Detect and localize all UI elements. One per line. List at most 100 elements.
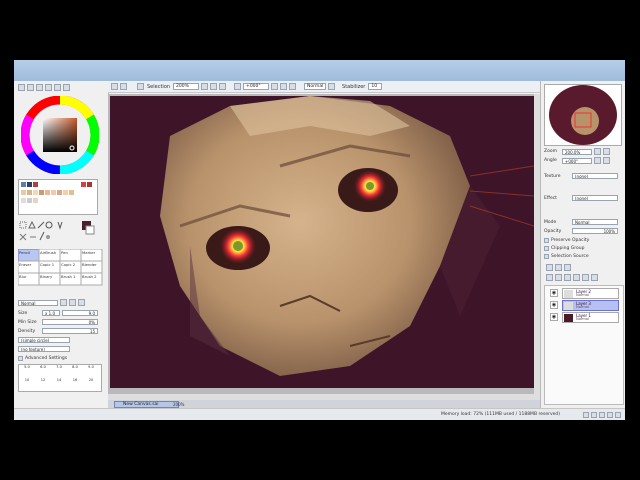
layer-effect-select[interactable]: (none) [572, 195, 618, 201]
zoom-field[interactable]: 200% [173, 83, 200, 90]
brush-size-preset[interactable]: 8.0 [67, 365, 83, 378]
deselect-icon[interactable] [111, 83, 118, 90]
merge-down-icon[interactable] [555, 274, 562, 281]
brush-mode-select[interactable]: Normal [18, 299, 58, 306]
brush-texture-select[interactable]: (no texture) [18, 346, 70, 352]
rotate-reset-icon[interactable] [280, 83, 288, 90]
brush-size-preset[interactable]: 20 [83, 378, 99, 391]
nav-zoom-in-icon[interactable] [603, 148, 610, 155]
brush-shape-3-icon[interactable] [78, 299, 85, 306]
merge-visible-icon[interactable] [573, 274, 580, 281]
shift-key-icon[interactable] [583, 412, 589, 418]
brush-shape-2-icon[interactable] [69, 299, 76, 306]
any-key-icon[interactable] [615, 412, 621, 418]
brush-brush2[interactable]: Brush 2 [81, 273, 102, 285]
nav-zoom-out-icon[interactable] [594, 148, 601, 155]
density-slider[interactable]: 15 [42, 328, 98, 334]
blend-mode-arrow-icon[interactable] [328, 83, 336, 90]
nav-rotate-right-icon[interactable] [603, 157, 610, 164]
layer-item-selected[interactable]: Layer 3 Normal [562, 300, 619, 311]
brush-copic1[interactable]: Copic 1 [39, 261, 60, 273]
nav-zoom-label: Zoom [544, 149, 557, 154]
alt-key-icon[interactable] [599, 412, 605, 418]
brush-size-preset[interactable]: 14 [51, 378, 67, 391]
layer-mask-icon[interactable] [582, 274, 589, 281]
rotation-field[interactable]: +000° [243, 83, 270, 90]
brush-size-preset[interactable]: 7.0 [51, 365, 67, 378]
size-multiplier-select[interactable]: x 1.0 [42, 310, 60, 316]
clipping-group-checkbox[interactable] [544, 246, 549, 251]
brush-size-preset[interactable]: 5.0 [19, 365, 35, 378]
hsv-slider-toggle-icon[interactable] [36, 84, 43, 91]
brush-blender[interactable]: Blender [81, 261, 102, 273]
brush-pencil[interactable]: Pencil [18, 249, 39, 261]
layer-mode: Normal [576, 305, 590, 309]
brush-blur[interactable]: Blur [18, 273, 39, 285]
brush-size-preset[interactable]: 16 [67, 378, 83, 391]
layer-thumbnail [564, 314, 573, 322]
transfer-down-icon[interactable] [546, 274, 553, 281]
brush-airbrush[interactable]: AirBrush [39, 249, 60, 261]
layer-item[interactable]: Layer 2 Normal [562, 288, 619, 299]
brush-copic2[interactable]: Copic 2 [60, 261, 81, 273]
rotate-left-icon[interactable] [234, 83, 242, 90]
brush-size-preset[interactable]: 10 [19, 378, 35, 391]
new-linework-layer-icon[interactable] [555, 264, 562, 271]
layer-opacity-slider[interactable]: 100% [572, 228, 618, 234]
layer-mode-select[interactable]: Normal [572, 219, 618, 225]
navigator-preview[interactable] [544, 84, 622, 146]
invert-selection-icon[interactable] [120, 83, 127, 90]
space-key-icon[interactable] [607, 412, 613, 418]
brush-size-preset[interactable]: 6.0 [35, 365, 51, 378]
size-slider[interactable]: 9.0 [62, 310, 98, 316]
flip-horizontal-icon[interactable] [289, 83, 297, 90]
rotate-right-icon[interactable] [271, 83, 279, 90]
document-tab[interactable]: New Canvas.sai 200% [114, 401, 184, 408]
selection-toggle-icon[interactable] [137, 83, 144, 90]
brush-eraser[interactable]: Eraser [18, 261, 39, 273]
min-size-slider[interactable]: 0% [42, 319, 98, 325]
brush-shape-select[interactable]: (simple circle) [18, 337, 70, 343]
scratchpad-toggle-icon[interactable] [54, 84, 61, 91]
delete-mask-icon[interactable] [591, 274, 598, 281]
palette-toggle-icon[interactable] [63, 84, 70, 91]
brush-pen[interactable]: Pen [60, 249, 81, 261]
ctrl-key-icon[interactable] [591, 412, 597, 418]
blend-mode-select[interactable]: Normal [304, 83, 327, 90]
brush-size-presets[interactable]: 5.0 6.0 7.0 8.0 9.0 10 12 14 16 20 [18, 364, 102, 392]
swatch-toggle-icon[interactable] [45, 84, 52, 91]
swatch-grid[interactable] [18, 179, 98, 215]
layer-opacity-row: Opacity 100% [544, 228, 618, 234]
visibility-eye-icon[interactable]: ◉ [550, 313, 558, 321]
new-layer-icon[interactable] [546, 264, 553, 271]
layer-mode-row: Mode Normal [544, 219, 618, 225]
drawing-canvas[interactable] [110, 96, 534, 388]
brush-size-preset[interactable]: 12 [35, 378, 51, 391]
visibility-eye-icon[interactable]: ◉ [550, 301, 558, 309]
new-folder-icon[interactable] [564, 264, 571, 271]
zoom-out-icon[interactable] [201, 83, 209, 90]
color-wheel-toggle-icon[interactable] [18, 84, 25, 91]
zoom-in-icon[interactable] [210, 83, 218, 90]
brush-binary[interactable]: Binary [39, 273, 60, 285]
preserve-opacity-checkbox[interactable] [544, 238, 549, 243]
brush-brush1[interactable]: Brush 1 [60, 273, 81, 285]
selection-label[interactable]: Selection [146, 84, 171, 90]
layer-item[interactable]: Layer 1 Normal [562, 312, 619, 323]
brush-shape-1-icon[interactable] [60, 299, 67, 306]
visibility-eye-icon[interactable]: ◉ [550, 289, 558, 297]
advanced-settings-checkbox[interactable] [18, 356, 23, 361]
nav-zoom-field[interactable]: 200.0% [562, 148, 592, 155]
nav-rotate-left-icon[interactable] [594, 157, 601, 164]
stabilizer-select[interactable]: 10 [368, 83, 383, 90]
layer-texture-select[interactable]: (none) [572, 173, 618, 179]
nav-angle-field[interactable]: +000° [562, 157, 592, 164]
brush-marker[interactable]: Marker [81, 249, 102, 261]
clear-layer-icon[interactable] [564, 274, 571, 281]
zoom-reset-icon[interactable] [219, 83, 227, 90]
color-wheel[interactable] [21, 96, 99, 174]
selection-source-checkbox[interactable] [544, 254, 549, 259]
brush-size-preset[interactable]: 9.0 [83, 365, 99, 378]
rgb-slider-toggle-icon[interactable] [27, 84, 34, 91]
fill-icon [46, 235, 50, 239]
